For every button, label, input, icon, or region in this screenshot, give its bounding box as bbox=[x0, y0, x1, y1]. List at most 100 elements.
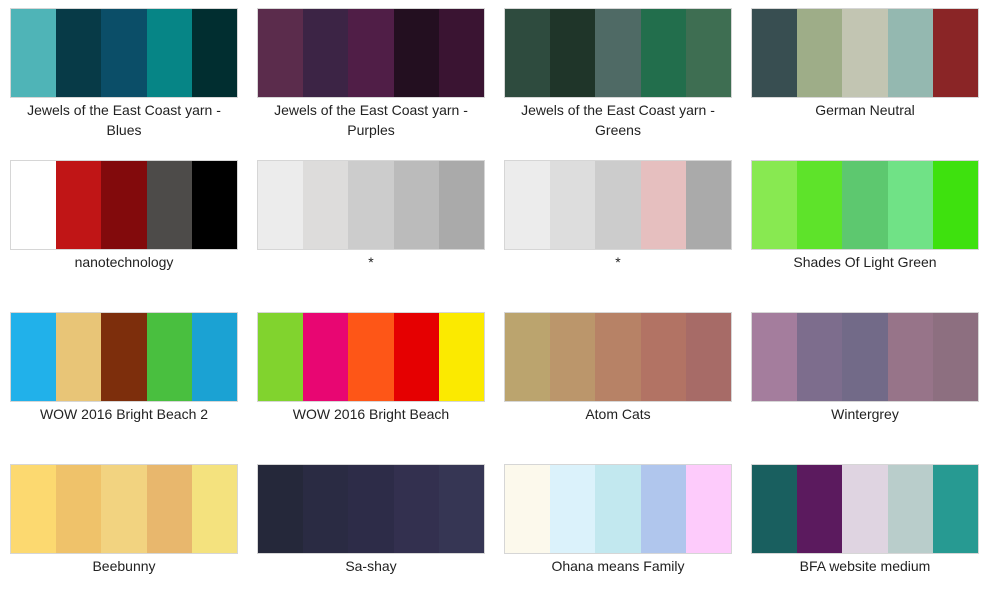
palette-name[interactable]: Shades Of Light Green bbox=[751, 252, 979, 272]
color-swatch[interactable] bbox=[932, 313, 979, 401]
palette-swatches[interactable] bbox=[504, 8, 732, 98]
palette-swatches[interactable] bbox=[504, 160, 732, 250]
color-swatch[interactable] bbox=[11, 313, 57, 401]
color-swatch[interactable] bbox=[11, 161, 57, 249]
color-swatch[interactable] bbox=[685, 465, 732, 553]
color-swatch[interactable] bbox=[393, 9, 439, 97]
palette-card[interactable]: WOW 2016 Bright Beach bbox=[257, 312, 485, 464]
color-swatch[interactable] bbox=[550, 465, 596, 553]
color-swatch[interactable] bbox=[101, 465, 147, 553]
color-swatch[interactable] bbox=[797, 9, 843, 97]
color-swatch[interactable] bbox=[258, 313, 304, 401]
palette-card[interactable]: Sa-shay bbox=[257, 464, 485, 616]
palette-name[interactable]: * bbox=[504, 252, 732, 272]
color-swatch[interactable] bbox=[258, 465, 304, 553]
palette-name[interactable]: BFA website medium bbox=[751, 556, 979, 576]
palette-name[interactable]: Wintergrey bbox=[751, 404, 979, 424]
palette-name[interactable]: Jewels of the East Coast yarn - Greens bbox=[504, 100, 732, 140]
color-swatch[interactable] bbox=[685, 313, 732, 401]
color-swatch[interactable] bbox=[505, 465, 551, 553]
color-swatch[interactable] bbox=[752, 9, 798, 97]
palette-name[interactable]: WOW 2016 Bright Beach 2 bbox=[10, 404, 238, 424]
palette-card[interactable]: Beebunny bbox=[10, 464, 238, 616]
color-swatch[interactable] bbox=[258, 161, 304, 249]
color-swatch[interactable] bbox=[146, 465, 192, 553]
color-swatch[interactable] bbox=[258, 9, 304, 97]
color-swatch[interactable] bbox=[146, 9, 192, 97]
palette-swatches[interactable] bbox=[257, 160, 485, 250]
color-swatch[interactable] bbox=[752, 313, 798, 401]
color-swatch[interactable] bbox=[191, 313, 238, 401]
color-swatch[interactable] bbox=[393, 161, 439, 249]
color-swatch[interactable] bbox=[348, 9, 394, 97]
palette-card[interactable]: Shades Of Light Green bbox=[751, 160, 979, 312]
color-swatch[interactable] bbox=[191, 161, 238, 249]
color-swatch[interactable] bbox=[640, 313, 686, 401]
color-swatch[interactable] bbox=[348, 313, 394, 401]
color-swatch[interactable] bbox=[640, 161, 686, 249]
palette-name[interactable]: Jewels of the East Coast yarn - Blues bbox=[10, 100, 238, 140]
color-swatch[interactable] bbox=[685, 161, 732, 249]
color-swatch[interactable] bbox=[887, 313, 933, 401]
palette-swatches[interactable] bbox=[751, 160, 979, 250]
palette-swatches[interactable] bbox=[257, 464, 485, 554]
palette-swatches[interactable] bbox=[10, 160, 238, 250]
palette-card[interactable]: Jewels of the East Coast yarn - Greens bbox=[504, 8, 732, 160]
palette-swatches[interactable] bbox=[10, 312, 238, 402]
color-swatch[interactable] bbox=[887, 161, 933, 249]
palette-name[interactable]: nanotechnology bbox=[10, 252, 238, 272]
palette-card[interactable]: Wintergrey bbox=[751, 312, 979, 464]
color-swatch[interactable] bbox=[797, 161, 843, 249]
color-swatch[interactable] bbox=[438, 465, 485, 553]
palette-swatches[interactable] bbox=[10, 464, 238, 554]
color-swatch[interactable] bbox=[56, 9, 102, 97]
color-swatch[interactable] bbox=[438, 9, 485, 97]
color-swatch[interactable] bbox=[842, 9, 888, 97]
color-swatch[interactable] bbox=[842, 465, 888, 553]
palette-card[interactable]: German Neutral bbox=[751, 8, 979, 160]
palette-card[interactable]: * bbox=[257, 160, 485, 312]
palette-swatches[interactable] bbox=[10, 8, 238, 98]
color-swatch[interactable] bbox=[101, 9, 147, 97]
color-swatch[interactable] bbox=[550, 313, 596, 401]
palette-swatches[interactable] bbox=[504, 464, 732, 554]
palette-name[interactable]: Atom Cats bbox=[504, 404, 732, 424]
color-swatch[interactable] bbox=[348, 161, 394, 249]
color-swatch[interactable] bbox=[348, 465, 394, 553]
palette-card[interactable]: Jewels of the East Coast yarn - Purples bbox=[257, 8, 485, 160]
palette-name[interactable]: WOW 2016 Bright Beach bbox=[257, 404, 485, 424]
color-swatch[interactable] bbox=[303, 313, 349, 401]
color-swatch[interactable] bbox=[505, 313, 551, 401]
palette-card[interactable]: WOW 2016 Bright Beach 2 bbox=[10, 312, 238, 464]
color-swatch[interactable] bbox=[101, 313, 147, 401]
color-swatch[interactable] bbox=[56, 161, 102, 249]
palette-swatches[interactable] bbox=[257, 8, 485, 98]
color-swatch[interactable] bbox=[932, 161, 979, 249]
color-swatch[interactable] bbox=[797, 465, 843, 553]
palette-swatches[interactable] bbox=[257, 312, 485, 402]
color-swatch[interactable] bbox=[303, 9, 349, 97]
color-swatch[interactable] bbox=[11, 9, 57, 97]
palette-name[interactable]: German Neutral bbox=[751, 100, 979, 120]
color-swatch[interactable] bbox=[303, 161, 349, 249]
color-swatch[interactable] bbox=[932, 9, 979, 97]
color-swatch[interactable] bbox=[56, 313, 102, 401]
color-swatch[interactable] bbox=[595, 161, 641, 249]
palette-swatches[interactable] bbox=[751, 312, 979, 402]
color-swatch[interactable] bbox=[11, 465, 57, 553]
color-swatch[interactable] bbox=[550, 161, 596, 249]
color-swatch[interactable] bbox=[303, 465, 349, 553]
color-swatch[interactable] bbox=[191, 465, 238, 553]
color-swatch[interactable] bbox=[101, 161, 147, 249]
color-swatch[interactable] bbox=[393, 465, 439, 553]
color-swatch[interactable] bbox=[438, 313, 485, 401]
palette-swatches[interactable] bbox=[751, 464, 979, 554]
color-swatch[interactable] bbox=[191, 9, 238, 97]
color-swatch[interactable] bbox=[887, 465, 933, 553]
palette-name[interactable]: Ohana means Family bbox=[504, 556, 732, 576]
palette-swatches[interactable] bbox=[751, 8, 979, 98]
palette-card[interactable]: BFA website medium bbox=[751, 464, 979, 616]
palette-name[interactable]: Sa-shay bbox=[257, 556, 485, 576]
palette-card[interactable]: Jewels of the East Coast yarn - Blues bbox=[10, 8, 238, 160]
color-swatch[interactable] bbox=[393, 313, 439, 401]
